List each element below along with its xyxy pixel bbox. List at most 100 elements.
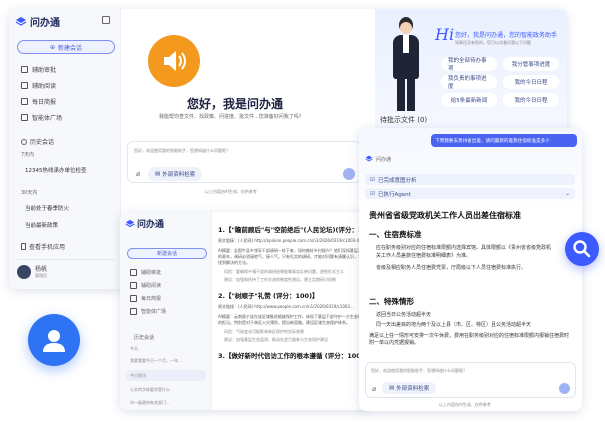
list-item: 省级及相应职务人员住宿费凭票，厅局级以下人员住宿费标准执行。 xyxy=(376,264,527,271)
logo-icon xyxy=(15,16,27,26)
history-group-label: 今天 xyxy=(130,346,138,351)
app-title: 问办通 xyxy=(137,220,165,230)
sidebar-item-agents[interactable]: 智能体广场 xyxy=(124,305,208,318)
assistant-avatar xyxy=(389,17,423,115)
answer-window: 下周我要去贵州省出差，请问最新的差旅住宿标准是多少 问办通 ☑ 已完成意图分析 ☑… xyxy=(359,128,582,411)
external-search-button[interactable]: ▤ 外部资料检索 xyxy=(148,167,203,181)
chat-input-box[interactable]: 您好，欢迎使用我的智能助手，您想知道什么问题呢？ ⌀ ▤ 外部资料检索 xyxy=(365,362,576,398)
external-search-button[interactable]: ▤ 外部资料检索 xyxy=(382,382,437,394)
news-heading: 3.【做好新时代信访工作的根本遵循 (评分：100)】 xyxy=(218,352,366,360)
step-agent[interactable]: ☑ 已执行Agent ⌄ xyxy=(365,188,575,199)
sidebar-menu: 辅助审批 辅助阅读 每日简报 智能体广场 xyxy=(15,61,115,125)
assistant-panel: Hi 您好，我是问办通，您的智能政务助手 如果还没有您的，您可以试着问我以下问题… xyxy=(375,9,567,129)
question-chip[interactable]: 我分管事项进度 xyxy=(503,57,559,71)
history-item[interactable]: 当前最新政策 xyxy=(19,218,113,232)
question-chip[interactable]: 给5条最新新闻 xyxy=(441,93,497,107)
history-item[interactable]: 当前处于春季防火 xyxy=(19,201,113,215)
question-chip[interactable]: 我的今日日程 xyxy=(503,75,559,89)
news-window: 问办通 新建会话 辅助审批 辅助阅读 每日简报 智能体广场 历史会话 今天 我要… xyxy=(120,212,370,410)
news-content: 1.【"瞻前顾后"与"空前绝后"(人民论坛)(评分：100)】 原文链接：(人民… xyxy=(218,224,366,408)
news-source[interactable]: 原文链接：(人民网) http://www.people.com.cn/n1/2… xyxy=(218,304,366,310)
sidebar-menu: 辅助审批 辅助阅读 每日简报 智能体广场 xyxy=(124,266,208,318)
user-icon xyxy=(43,330,65,352)
briefing-icon xyxy=(21,97,28,105)
sidebar: 问办通 ⊕ 新建会话 辅助审批 辅助阅读 每日简报 智能体广场 历史会话 7天内 … xyxy=(9,9,121,289)
conclusion-text: 满足以上任一情形可安排一次午休费，费用在职务级别对应的住宿标准限额内报销住宿费时… xyxy=(369,332,570,347)
file-icon: ▤ xyxy=(389,385,395,391)
section-text: 返回当日公务活动超半天 同一天出差目的地为两个及以上县（市、区、特区）且公务活动… xyxy=(369,312,569,348)
send-button[interactable] xyxy=(343,168,355,180)
logo-icon xyxy=(365,155,373,162)
question-chip[interactable]: 我的今日日程 xyxy=(503,93,559,107)
news-point: 建议：加强基层生态监测，推动社会力量参与生态保护建设 xyxy=(224,337,328,342)
section-heading: 二、特殊情形 xyxy=(369,297,414,306)
briefing-icon xyxy=(130,295,137,302)
footer-note: 以上内容由AI生成，仅供参考 xyxy=(205,189,257,194)
assistant-desc: 如果还没有您的，您可以试着问我以下问题 xyxy=(455,40,531,45)
attach-icon[interactable]: ⌀ xyxy=(372,385,376,393)
history-item[interactable]: 市一级政府有关部门... xyxy=(130,400,170,406)
reading-icon xyxy=(130,282,137,289)
news-source[interactable]: 原文链接：(人民网) http://opinion.people.com.cn/… xyxy=(218,238,366,244)
attach-icon[interactable]: ⌀ xyxy=(136,170,140,178)
user-role: 管理员 xyxy=(35,273,47,278)
sidebar-collapse-icon[interactable] xyxy=(102,16,110,24)
chat-input-box[interactable]: 您好，欢迎使用我的智能助手，您想知道什么问题呢？ ⌀ ▤ 外部资料检索 xyxy=(127,141,361,183)
news-point: 风险：气候变化可能影响林区保护的实际效果 xyxy=(224,329,304,334)
user-profile[interactable]: 杨帆 管理员 xyxy=(17,259,115,281)
greeting-title: 您好，我是问办通 xyxy=(187,97,284,111)
search-bubble xyxy=(565,232,599,266)
send-button[interactable] xyxy=(559,383,570,394)
sidebar-item-approval[interactable]: 辅助审批 xyxy=(124,266,208,279)
assistant-headline: 您好，我是问办通，您的智能政务助手 xyxy=(455,32,558,39)
pending-files[interactable]: 待批示文件 (0) xyxy=(380,115,427,125)
news-point: 建议：加强和扶持了工作交流的制度性建设，建立定期研讨机制 xyxy=(224,277,336,282)
reading-icon xyxy=(21,81,28,89)
new-chat-button[interactable]: ⊕ 新建会话 xyxy=(17,40,115,54)
section-text: 应在职务级别对应的住宿标准限额内选择宾馆。具体限额以《贵州省省级党政机关工作人员… xyxy=(369,245,555,272)
chevron-down-icon: ⌄ xyxy=(565,190,570,197)
list-item: 返回当日公务活动超半天 xyxy=(376,312,432,318)
user-name: 杨帆 xyxy=(35,266,48,273)
avatar xyxy=(17,264,31,279)
mobile-apps-link[interactable]: 查看手机应用 xyxy=(21,242,65,251)
history-item[interactable]: 公文的字体要求是什么 xyxy=(130,387,170,393)
user-bubble xyxy=(28,314,80,366)
doc-title: 贵州省省级党政机关工作人员出差住宿标准 xyxy=(369,211,521,220)
app-title: 问办通 xyxy=(30,18,60,29)
phone-icon xyxy=(21,243,26,250)
history-item[interactable]: 12345热线承办单位检查 xyxy=(19,163,113,177)
sidebar-item-briefing[interactable]: 每日简报 xyxy=(124,292,208,305)
approval-icon xyxy=(21,65,28,73)
agents-icon xyxy=(21,113,28,121)
news-heading: 2.【"树顺子"礼赞 (评分：100)】 xyxy=(218,292,319,300)
sidebar-item-reading[interactable]: 辅助阅读 xyxy=(15,77,115,93)
check-icon: ☑ xyxy=(370,190,375,197)
news-summary: AI摘要：云南昌宁县在该区域推进植被保护工作，体现了基层干部守护一方生态环境的担… xyxy=(218,314,366,325)
check-icon: ☑ xyxy=(370,176,375,183)
agents-icon xyxy=(130,308,137,315)
question-chip[interactable]: 我负责的事项进度 xyxy=(441,75,497,90)
news-summary: AI摘要：全国牛县乡领导干部调研一轮下来，如何做好乡村振兴？他们深知基层治理的艰… xyxy=(218,248,366,265)
file-icon: ▤ xyxy=(155,171,161,177)
sidebar-item-briefing[interactable]: 每日简报 xyxy=(15,93,115,109)
sidebar-item-reading[interactable]: 辅助阅读 xyxy=(124,279,208,292)
history-item[interactable]: 我要看看今日一个月、一年... xyxy=(130,358,182,364)
clock-icon xyxy=(21,138,27,145)
list-item: 同一天出差目的地为两个及以上县（市、区、特区）且公务活动超半天 xyxy=(376,321,532,328)
search-icon xyxy=(573,240,591,258)
greeting-subtitle: 我能帮你查文件、找政策、问进度、批文件...您准备好问我了吗？ xyxy=(159,114,304,120)
sidebar-item-agents[interactable]: 智能体广场 xyxy=(15,109,115,125)
history-title: 历史会话 xyxy=(134,335,155,341)
question-chip[interactable]: 我的全部待办事项 xyxy=(441,57,497,72)
approval-icon xyxy=(130,269,137,276)
chat-input[interactable]: 您好，欢迎使用我的智能助手，您想知道什么问题呢？ xyxy=(371,368,467,374)
news-point: 风险：要确保乡镇干部的调研结果能够真实反映问题，避免形式主义 xyxy=(224,269,344,274)
logo-icon xyxy=(125,219,135,227)
step-intent[interactable]: ☑ 已完成意图分析 xyxy=(365,174,575,185)
sidebar-item-approval[interactable]: 辅助审批 xyxy=(15,61,115,77)
chat-input[interactable]: 您好，欢迎使用我的智能助手，您想知道什么问题呢？ xyxy=(134,148,230,154)
section-heading: 一、住宿费标准 xyxy=(369,230,422,239)
history-item[interactable]: 今日资讯 xyxy=(126,370,206,381)
new-chat-button[interactable]: 新建会话 xyxy=(127,248,207,259)
